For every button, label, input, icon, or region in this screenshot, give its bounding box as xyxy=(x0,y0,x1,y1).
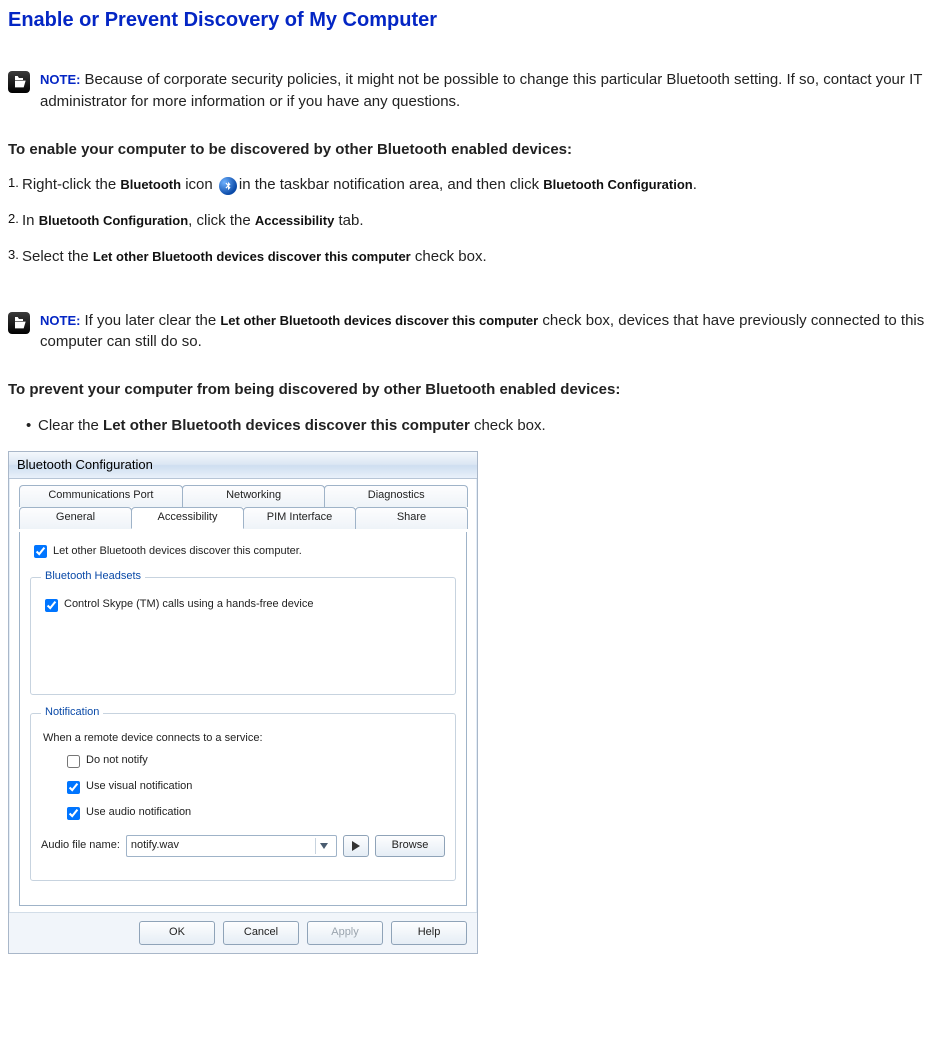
prevent-heading: To prevent your computer from being disc… xyxy=(8,379,939,401)
tab-communications-port[interactable]: Communications Port xyxy=(19,485,183,507)
browse-button[interactable]: Browse xyxy=(375,835,445,857)
chk-visual-row[interactable]: Use visual notification xyxy=(67,779,445,795)
chk-audio[interactable] xyxy=(67,807,80,820)
step-1: 1. Right-click the Bluetooth icon in the… xyxy=(8,174,939,196)
tab-diagnostics[interactable]: Diagnostics xyxy=(324,485,468,507)
chk-visual-label: Use visual notification xyxy=(86,779,192,795)
help-button[interactable]: Help xyxy=(391,921,467,945)
chk-audio-row[interactable]: Use audio notification xyxy=(67,805,445,821)
group-notification-legend: Notification xyxy=(41,705,103,721)
chk-audio-label: Use audio notification xyxy=(86,805,191,821)
audio-file-label: Audio file name: xyxy=(41,838,120,854)
apply-button[interactable]: Apply xyxy=(307,921,383,945)
step-3-text-a: Select the xyxy=(22,248,93,265)
page-title: Enable or Prevent Discovery of My Comput… xyxy=(8,6,939,35)
step-3-text-b: check box. xyxy=(411,248,487,265)
chk-skype-label: Control Skype (TM) calls using a hands-f… xyxy=(64,597,313,613)
bullet-marker: • xyxy=(26,415,38,437)
tab-share[interactable]: Share xyxy=(355,507,468,529)
tab-networking[interactable]: Networking xyxy=(182,485,326,507)
step-3-option: Let other Bluetooth devices discover thi… xyxy=(93,249,411,264)
bullet-clear: • Clear the Let other Bluetooth devices … xyxy=(26,415,939,437)
dialog-tabs: Communications Port Networking Diagnosti… xyxy=(19,485,467,533)
step-1-text-a: Right-click the xyxy=(22,176,120,193)
step-1-text-b: icon xyxy=(181,176,217,193)
step-3-number: 3. xyxy=(8,246,22,268)
tab-accessibility[interactable]: Accessibility xyxy=(131,507,244,529)
step-2-text-b: , click the xyxy=(188,212,255,229)
chk-do-not-notify-label: Do not notify xyxy=(86,753,148,769)
bullet-text-a: Clear the xyxy=(38,417,103,434)
bullet-option: Let other Bluetooth devices discover thi… xyxy=(103,417,470,434)
step-2: 2. In Bluetooth Configuration, click the… xyxy=(8,210,939,232)
note-1: NOTE:Because of corporate security polic… xyxy=(8,69,939,113)
chk-visual[interactable] xyxy=(67,781,80,794)
step-2-accessibility: Accessibility xyxy=(255,213,335,228)
note-icon xyxy=(8,312,30,334)
step-1-bluetooth: Bluetooth xyxy=(120,177,181,192)
step-1-config: Bluetooth Configuration xyxy=(543,177,692,192)
step-2-number: 2. xyxy=(8,210,22,232)
ok-button[interactable]: OK xyxy=(139,921,215,945)
audio-file-value: notify.wav xyxy=(131,838,179,854)
chk-do-not-notify-row[interactable]: Do not notify xyxy=(67,753,445,769)
audio-file-combo[interactable]: notify.wav xyxy=(126,835,337,857)
tab-general[interactable]: General xyxy=(19,507,132,529)
chevron-down-icon xyxy=(315,838,332,854)
group-notification: Notification When a remote device connec… xyxy=(30,705,456,881)
step-2-config: Bluetooth Configuration xyxy=(39,213,188,228)
group-headsets: Bluetooth Headsets Control Skype (TM) ca… xyxy=(30,569,456,695)
accessibility-pane: Let other Bluetooth devices discover thi… xyxy=(19,532,467,907)
chk-skype[interactable] xyxy=(45,599,58,612)
step-1-text-c: in the taskbar notification area, and th… xyxy=(239,176,543,193)
note-icon xyxy=(8,71,30,93)
chk-discover-label: Let other Bluetooth devices discover thi… xyxy=(53,544,302,560)
chk-discover-row[interactable]: Let other Bluetooth devices discover thi… xyxy=(34,544,456,560)
bluetooth-config-dialog: Bluetooth Configuration Communications P… xyxy=(8,451,478,955)
note-label: NOTE: xyxy=(40,313,80,328)
note-2-text-a: If you later clear the xyxy=(84,312,220,329)
step-2-text-c: tab. xyxy=(334,212,363,229)
group-headsets-legend: Bluetooth Headsets xyxy=(41,569,145,585)
play-button[interactable] xyxy=(343,835,369,857)
tab-pim-interface[interactable]: PIM Interface xyxy=(243,507,356,529)
bluetooth-icon xyxy=(219,177,237,195)
notify-text: When a remote device connects to a servi… xyxy=(43,731,445,747)
chk-discover[interactable] xyxy=(34,545,47,558)
bullet-text-b: check box. xyxy=(470,417,546,434)
step-2-text-a: In xyxy=(22,212,39,229)
dialog-title: Bluetooth Configuration xyxy=(9,452,477,479)
step-1-number: 1. xyxy=(8,174,22,196)
dialog-footer: OK Cancel Apply Help xyxy=(9,912,477,953)
step-1-text-d: . xyxy=(693,176,697,193)
chk-skype-row[interactable]: Control Skype (TM) calls using a hands-f… xyxy=(45,597,445,613)
note-2: NOTE: If you later clear the Let other Bl… xyxy=(8,310,939,354)
cancel-button[interactable]: Cancel xyxy=(223,921,299,945)
audio-file-row: Audio file name: notify.wav Browse xyxy=(41,835,445,857)
note-label: NOTE: xyxy=(40,72,80,87)
note-1-text: Because of corporate security policies, … xyxy=(40,71,922,110)
step-3: 3. Select the Let other Bluetooth device… xyxy=(8,246,939,268)
note-2-option: Let other Bluetooth devices discover thi… xyxy=(220,313,538,328)
enable-heading: To enable your computer to be discovered… xyxy=(8,139,939,161)
chk-do-not-notify[interactable] xyxy=(67,755,80,768)
